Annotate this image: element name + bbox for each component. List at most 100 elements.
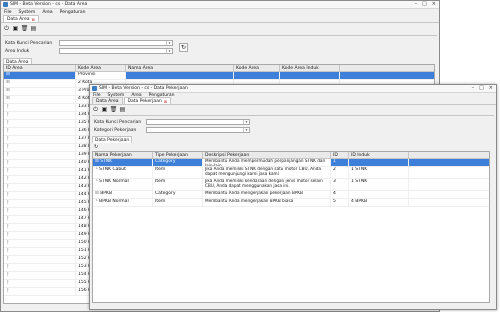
tree-branch: ├ xyxy=(4,160,76,167)
window-controls: – □ × xyxy=(472,85,493,91)
tree-branch: ├ xyxy=(4,184,76,191)
window-controls: – □ × xyxy=(415,1,436,7)
cell-id: 4 xyxy=(331,191,349,198)
cell-nama-pekerjaan: └ STNK Cabut xyxy=(93,167,153,178)
tree-branch: ├ xyxy=(4,104,76,111)
col-kode-area-induk[interactable]: Kode Area Induk xyxy=(280,65,340,71)
table-row[interactable]: └ STNK Cabut Item Jika Anda memiliki STNK … xyxy=(93,167,489,179)
window-data-pekerjaan: SIM - Beta Version - cs - Data Pekerjaan… xyxy=(89,84,497,310)
cell-tipe-pekerjaan: Item xyxy=(153,199,203,206)
tree-branch: ├ xyxy=(4,136,76,143)
print-icon[interactable]: ▤ xyxy=(119,106,126,113)
close-tab-icon[interactable]: ⊠ xyxy=(164,99,167,104)
tab-bar: Data Area Data Pekerjaan ⊠ xyxy=(90,96,496,105)
maximize-icon[interactable]: □ xyxy=(479,85,484,91)
cell-nama-area xyxy=(126,72,234,79)
tree-branch: ├ xyxy=(4,168,76,175)
cell-id-induk: 1 STNK xyxy=(349,179,409,190)
job-name: BPKB xyxy=(100,191,113,196)
cell-kode-area-2 xyxy=(234,72,280,79)
save-icon[interactable]: ▣ xyxy=(101,106,108,113)
tree-branch: ├ xyxy=(4,112,76,119)
dropdown-arrow-icon: ▾ xyxy=(243,128,249,132)
job-name: STNK Normal xyxy=(99,179,129,184)
table-row[interactable]: ⊟ BPKB Category Membantu Anda mengerjakan … xyxy=(93,191,489,199)
tree-branch: ⊟ xyxy=(4,72,76,79)
cell-deskripsi-pekerjaan: Membantu Anda mengerjakan pekerjaan BPKB xyxy=(203,191,331,198)
refresh-icon: ↻ xyxy=(180,44,187,51)
refresh-button[interactable]: ↻ xyxy=(179,43,188,52)
tree-branch: ├ xyxy=(4,232,76,239)
col-tipe-pekerjaan[interactable]: Tipe Pekerjaan xyxy=(153,152,203,158)
col-nama-area[interactable]: Nama Area xyxy=(126,65,234,71)
tree-branch: ⊞ xyxy=(4,96,76,103)
tree-branch: ├ xyxy=(4,200,76,207)
toolbar: ⏻ ▣ 🗑 ▤ xyxy=(3,25,37,33)
print-icon[interactable]: ▤ xyxy=(30,25,37,32)
job-table[interactable]: Nama Pekerjaan Tipe Pekerjaan Deskripsi … xyxy=(92,151,490,303)
table-row[interactable]: ⊟ Provinsi xyxy=(4,72,434,80)
col-id-induk[interactable]: ID Induk xyxy=(349,152,409,158)
search-keyword-input[interactable]: ▾ xyxy=(59,40,173,46)
col-deskripsi-pekerjaan[interactable]: Deskripsi Pekerjaan xyxy=(203,152,331,158)
close-icon[interactable]: × xyxy=(489,85,493,91)
tree-branch: ├ xyxy=(4,152,76,159)
col-nama-pekerjaan[interactable]: Nama Pekerjaan xyxy=(93,152,153,158)
cell-tipe-pekerjaan: Item xyxy=(153,167,203,178)
delete-icon[interactable]: 🗑 xyxy=(110,106,118,113)
divider xyxy=(92,115,494,116)
tree-branch: ├ xyxy=(4,120,76,127)
dropdown-arrow-icon: ▾ xyxy=(166,49,172,53)
minimize-icon[interactable]: – xyxy=(472,85,475,91)
tree-branch: ├ xyxy=(4,264,76,271)
close-tab-icon[interactable]: ⊠ xyxy=(32,17,35,22)
tree-branch: ├ xyxy=(4,192,76,199)
cell-deskripsi-pekerjaan: Membantu Anda mempermudah perpanjangan S… xyxy=(203,159,331,166)
job-name: STNK Cabut xyxy=(99,167,126,172)
divider xyxy=(3,35,437,36)
window-title: SIM - Beta Version - cs - Data Area xyxy=(10,2,88,7)
job-category-select[interactable]: ▾ xyxy=(146,127,250,133)
save-icon[interactable]: ▣ xyxy=(12,25,19,32)
tree-branch: ├ xyxy=(4,216,76,223)
maximize-icon[interactable]: □ xyxy=(422,1,427,7)
table-row[interactable]: ⊟ STNK Category Membantu Anda mempermudah … xyxy=(93,159,489,167)
col-id-area[interactable]: ID Area xyxy=(4,65,76,71)
table-row[interactable]: └ BPKB Normal Item Membantu Anda mengerjak… xyxy=(93,199,489,207)
table-body: ⊟ STNK Category Membantu Anda mempermudah … xyxy=(93,159,489,207)
parent-area-select[interactable]: ▾ xyxy=(59,48,173,54)
dropdown-arrow-icon: ▾ xyxy=(166,41,172,45)
cell-kode-area: Provinsi xyxy=(76,72,126,79)
col-id[interactable]: ID xyxy=(331,152,349,158)
power-icon[interactable]: ⏻ xyxy=(92,106,99,113)
cell-deskripsi-pekerjaan: Jika Anda memiliki STNK dengan satu moto… xyxy=(203,167,331,178)
refresh-icon[interactable]: ↻ xyxy=(94,144,98,150)
cell-id-induk xyxy=(349,159,409,166)
delete-icon[interactable]: 🗑 xyxy=(21,25,29,32)
close-icon[interactable]: × xyxy=(432,1,436,7)
tab-data-area[interactable]: Data Area xyxy=(92,97,123,104)
parent-area-label: Area Induk xyxy=(5,49,30,54)
job-category-label: Kategori Pekerjaan xyxy=(94,128,137,133)
col-kode-area-2[interactable]: Kode Area xyxy=(234,65,280,71)
tab-data-pekerjaan[interactable]: Data Pekerjaan ⊠ xyxy=(123,97,172,104)
minimize-icon[interactable]: – xyxy=(415,1,418,7)
search-keyword-label: Kata Kunci Pencarian xyxy=(94,120,142,125)
col-kode-area[interactable]: Kode Area xyxy=(76,65,126,71)
cell-nama-pekerjaan: └ STNK Normal xyxy=(93,179,153,190)
window-title: SIM - Beta Version - cs - Data Pekerjaan xyxy=(99,86,188,91)
tree-branch: ├ xyxy=(4,128,76,135)
power-icon[interactable]: ⏻ xyxy=(3,25,10,32)
table-row[interactable]: └ STNK Normal Item Jika Anda memiliki kend… xyxy=(93,179,489,191)
cell-tipe-pekerjaan: Category xyxy=(153,191,203,198)
tab-label: Data Area xyxy=(7,16,30,22)
tree-branch: ├ xyxy=(4,224,76,231)
tree-branch: ├ xyxy=(4,144,76,151)
app-icon xyxy=(3,2,8,7)
tab-bar: Data Area ⊠ xyxy=(1,14,439,23)
toolbar: ⏻ ▣ 🗑 ▤ xyxy=(92,106,126,114)
tab-data-area[interactable]: Data Area ⊠ xyxy=(3,15,39,22)
cell-id: 5 xyxy=(331,199,349,206)
search-keyword-input[interactable]: ▾ xyxy=(146,119,250,125)
window-titlebar: SIM - Beta Version - cs - Data Area xyxy=(1,1,439,9)
